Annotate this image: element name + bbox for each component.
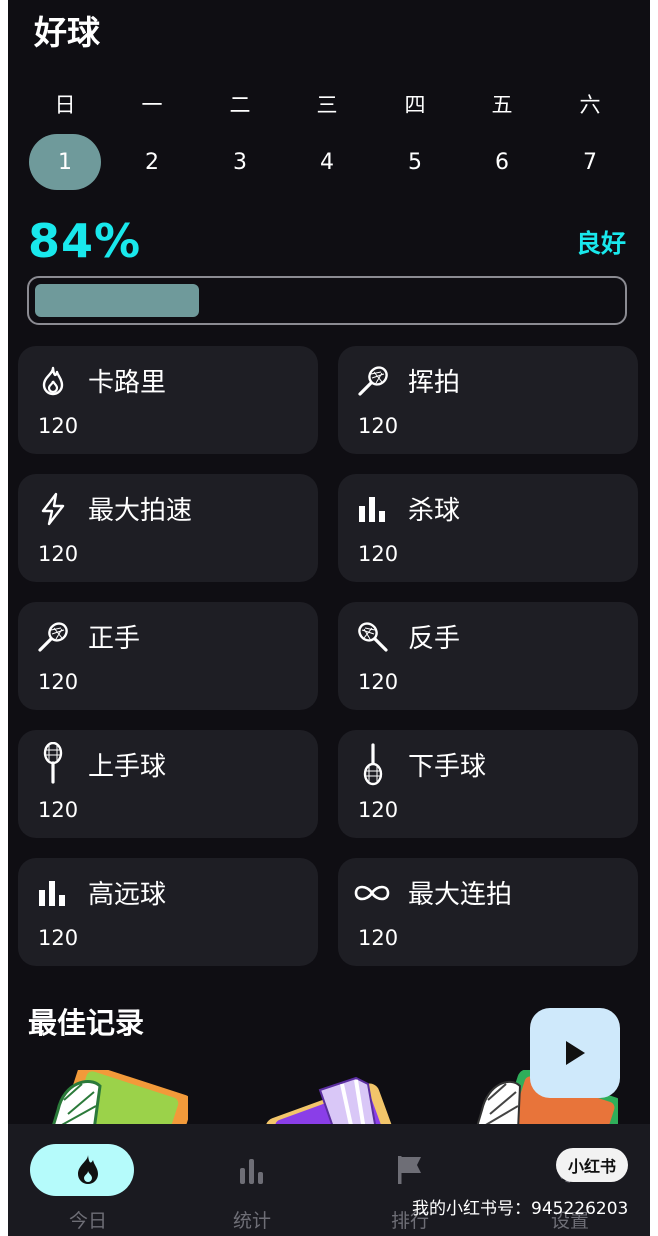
bar-chart-icon bbox=[240, 1159, 263, 1184]
stat-label: 高远球 bbox=[88, 880, 167, 910]
stat-value: 120 bbox=[38, 926, 79, 950]
stat-card-max-speed[interactable]: 最大拍速 120 bbox=[18, 474, 318, 582]
bar-chart-icon bbox=[39, 881, 65, 906]
play-button[interactable] bbox=[530, 1008, 620, 1098]
stat-card-smash[interactable]: 杀球 120 bbox=[338, 474, 638, 582]
stat-label: 上手球 bbox=[88, 752, 167, 782]
week-dates: 1 2 3 4 5 6 7 bbox=[8, 134, 650, 190]
weekday-name: 三 bbox=[316, 93, 338, 117]
stat-value: 120 bbox=[358, 926, 399, 950]
racket-down-icon bbox=[363, 743, 383, 786]
stat-value: 120 bbox=[38, 542, 79, 566]
app-screen: 好球 日 一 二 三 四 五 六 1 2 3 4 5 6 7 84% 良好 卡路… bbox=[8, 0, 650, 1236]
stat-label: 正手 bbox=[88, 624, 141, 654]
racket-up-icon bbox=[43, 742, 63, 784]
racket-icon bbox=[38, 622, 68, 652]
stat-card-swings[interactable]: 挥拍 120 bbox=[338, 346, 638, 454]
score-progress-bar bbox=[27, 276, 627, 325]
stat-value: 120 bbox=[38, 414, 79, 438]
tab-today[interactable]: 今日 bbox=[8, 1124, 168, 1236]
stat-label: 挥拍 bbox=[408, 368, 461, 398]
app-title: 好球 bbox=[34, 13, 100, 52]
tab-ranking[interactable]: 排行 bbox=[330, 1124, 490, 1236]
score-percent: 84% bbox=[28, 214, 142, 268]
date-cell-selected[interactable]: 1 bbox=[29, 134, 101, 190]
stat-label: 卡路里 bbox=[88, 368, 167, 398]
racket-icon bbox=[358, 366, 388, 396]
watermark-logo: 小红书 bbox=[556, 1148, 628, 1182]
stat-card-overhead[interactable]: 上手球 120 bbox=[18, 730, 318, 838]
date-cell[interactable]: 3 bbox=[204, 134, 276, 190]
stat-value: 120 bbox=[358, 542, 399, 566]
date-cell[interactable]: 7 bbox=[554, 134, 626, 190]
score-progress-fill bbox=[35, 284, 199, 317]
score-grade: 良好 bbox=[575, 229, 626, 258]
play-icon bbox=[566, 1041, 585, 1065]
date-cell[interactable]: 6 bbox=[466, 134, 538, 190]
tab-statistics[interactable]: 统计 bbox=[172, 1124, 332, 1236]
stat-card-underhand[interactable]: 下手球 120 bbox=[338, 730, 638, 838]
weekday-names: 日 一 二 三 四 五 六 bbox=[8, 84, 650, 124]
weekday-name: 六 bbox=[579, 93, 601, 117]
stat-card-forehand[interactable]: 正手 120 bbox=[18, 602, 318, 710]
flag-icon bbox=[398, 1156, 421, 1184]
weekday-name: 二 bbox=[229, 93, 251, 117]
stat-value: 120 bbox=[358, 670, 399, 694]
bottom-tab-bar: 今日 统计 排行 设置 bbox=[8, 1124, 650, 1236]
stat-card-clear[interactable]: 高远球 120 bbox=[18, 858, 318, 966]
stat-label: 反手 bbox=[408, 624, 461, 654]
weekday-name: 四 bbox=[404, 93, 426, 117]
stat-card-max-rally[interactable]: 最大连拍 120 bbox=[338, 858, 638, 966]
bar-chart-icon bbox=[359, 497, 385, 522]
weekday-name: 五 bbox=[491, 93, 513, 117]
racket-icon bbox=[358, 622, 388, 652]
infinity-icon bbox=[354, 885, 390, 901]
stat-value: 120 bbox=[38, 670, 79, 694]
date-cell[interactable]: 2 bbox=[116, 134, 188, 190]
tab-label: 统计 bbox=[232, 1210, 271, 1232]
lightning-icon bbox=[41, 492, 65, 526]
stat-label: 杀球 bbox=[408, 496, 461, 526]
weekday-name: 日 bbox=[54, 93, 76, 117]
stat-value: 120 bbox=[358, 798, 399, 822]
date-cell[interactable]: 5 bbox=[379, 134, 451, 190]
stat-value: 120 bbox=[358, 414, 399, 438]
achievement-badge-tennis-court[interactable] bbox=[38, 1070, 188, 1130]
achievement-badge-purple-court[interactable] bbox=[256, 1070, 406, 1130]
stat-label: 最大拍速 bbox=[88, 496, 193, 526]
stat-card-backhand[interactable]: 反手 120 bbox=[338, 602, 638, 710]
watermark-text: 我的小红书号：945226203 bbox=[412, 1199, 629, 1219]
weekday-name: 一 bbox=[141, 93, 163, 117]
flame-icon bbox=[78, 1155, 98, 1184]
date-cell[interactable]: 4 bbox=[291, 134, 363, 190]
stat-label: 下手球 bbox=[408, 752, 487, 782]
best-records-title: 最佳记录 bbox=[28, 1006, 145, 1040]
flame-icon bbox=[42, 366, 64, 396]
stat-label: 最大连拍 bbox=[408, 880, 513, 910]
tab-label: 今日 bbox=[68, 1210, 107, 1232]
stat-value: 120 bbox=[38, 798, 79, 822]
stat-card-calories[interactable]: 卡路里 120 bbox=[18, 346, 318, 454]
